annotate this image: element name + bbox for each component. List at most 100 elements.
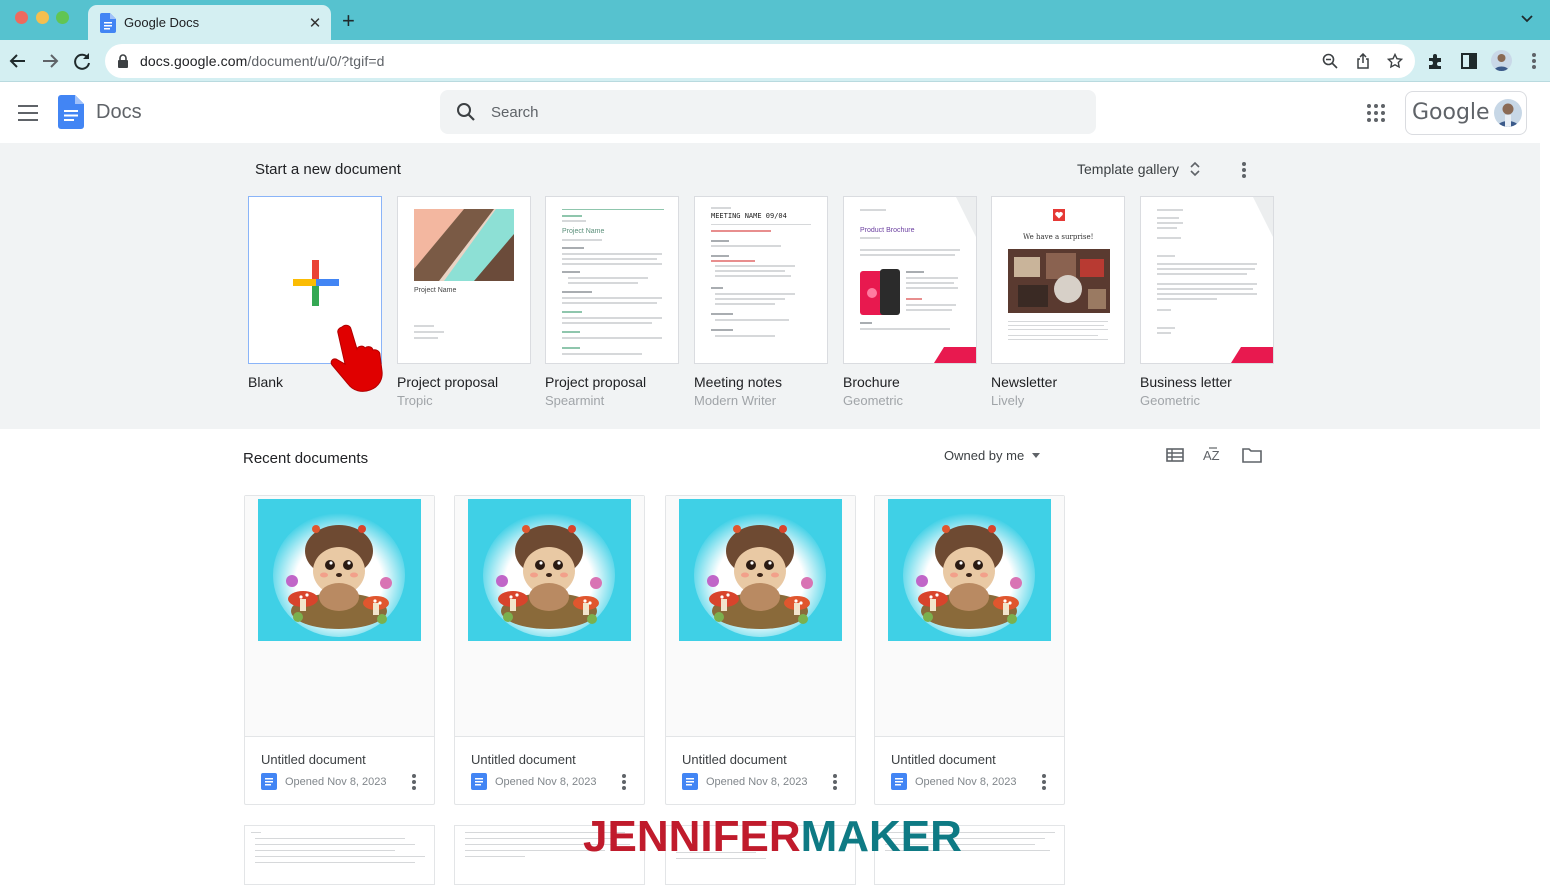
tropic-art <box>414 209 514 281</box>
tab-close-icon[interactable]: ✕ <box>303 14 327 32</box>
owner-filter-dropdown[interactable]: Owned by me <box>944 448 1041 463</box>
document-thumbnail[interactable] <box>245 496 434 737</box>
reload-icon[interactable] <box>70 49 94 73</box>
document-thumbnail[interactable] <box>455 496 644 737</box>
thumb-text: Product Brochure <box>860 227 915 234</box>
document-title: Untitled document <box>471 752 576 767</box>
template-subtitle: Modern Writer <box>694 393 777 408</box>
account-avatar[interactable] <box>1494 99 1522 127</box>
dropdown-caret-icon <box>1032 453 1041 458</box>
owner-filter-label: Owned by me <box>944 448 1025 463</box>
watermark-part-1: JENNIFER <box>583 812 801 861</box>
document-more-icon[interactable] <box>622 774 626 790</box>
google-account-button[interactable]: Google <box>1405 91 1527 135</box>
menu-icon[interactable] <box>18 105 38 121</box>
docs-logo-icon[interactable] <box>58 95 84 129</box>
template-card-meeting-notes[interactable]: MEETING NAME 09/04 Meeting notes Modern … <box>694 196 828 408</box>
address-bar[interactable]: docs.google.com/document/u/0/?tgif=d <box>105 44 1415 78</box>
thumb-text: Project Name <box>414 287 457 294</box>
document-card[interactable]: Untitled document Opened Nov 8, 2023 <box>454 495 645 805</box>
folder-icon[interactable] <box>1242 446 1262 464</box>
thumb-text: MEETING NAME 09/04 <box>711 212 787 220</box>
docs-file-icon <box>471 773 487 790</box>
heart-icon <box>1053 209 1065 221</box>
new-tab-button[interactable]: + <box>342 8 355 34</box>
google-wordmark: Google <box>1412 100 1490 125</box>
document-opened-date: Opened Nov 8, 2023 <box>285 775 387 788</box>
svg-text:AZ: AZ <box>1203 448 1220 463</box>
document-meta: Opened Nov 8, 2023 <box>261 773 387 790</box>
document-opened-date: Opened Nov 8, 2023 <box>495 775 597 788</box>
unfold-icon <box>1190 161 1200 177</box>
document-card-partial[interactable] <box>244 825 435 885</box>
search-icon[interactable] <box>456 102 476 122</box>
browser-tab[interactable]: Google Docs ✕ <box>88 5 331 40</box>
template-more-icon[interactable] <box>1242 162 1246 178</box>
template-card-newsletter[interactable]: We have a surprise! Newsletter Lively <box>991 196 1125 408</box>
template-card-project-proposal-spearmint[interactable]: Project Name Project proposal Spearmint <box>545 196 679 408</box>
app-name[interactable]: Docs <box>96 101 142 124</box>
share-icon[interactable] <box>1355 53 1371 69</box>
extensions-icon[interactable] <box>1426 51 1446 71</box>
template-card-business-letter[interactable]: Business letter Geometric <box>1140 196 1274 408</box>
template-thumbnail[interactable]: Product Brochure <box>843 196 977 364</box>
sort-az-icon[interactable]: AZ <box>1203 446 1223 464</box>
browser-menu-icon[interactable] <box>1532 53 1536 69</box>
template-subtitle: Geometric <box>1140 393 1200 408</box>
template-section-heading: Start a new document <box>255 161 401 178</box>
lock-icon[interactable] <box>117 54 129 68</box>
window-minimize-button[interactable] <box>36 11 49 24</box>
document-card[interactable]: Untitled document Opened Nov 8, 2023 <box>874 495 1065 805</box>
document-more-icon[interactable] <box>833 774 837 790</box>
sidepanel-icon[interactable] <box>1459 51 1479 71</box>
template-thumbnail[interactable]: Project Name <box>545 196 679 364</box>
document-card[interactable]: Untitled document Opened Nov 8, 2023 <box>244 495 435 805</box>
template-name: Newsletter <box>991 374 1058 390</box>
template-thumbnail[interactable]: Project Name <box>397 196 531 364</box>
document-title: Untitled document <box>682 752 787 767</box>
template-name: Meeting notes <box>694 374 782 390</box>
apps-grid-icon[interactable] <box>1367 104 1385 122</box>
back-icon[interactable] <box>6 49 30 73</box>
document-card[interactable]: Untitled document Opened Nov 8, 2023 <box>665 495 856 805</box>
hand-pointer-icon <box>330 324 383 392</box>
document-more-icon[interactable] <box>1042 774 1046 790</box>
window-zoom-button[interactable] <box>56 11 69 24</box>
plus-icon <box>293 260 339 306</box>
forward-icon[interactable] <box>38 49 62 73</box>
thumb-text: Project Name <box>562 228 605 235</box>
list-view-icon[interactable] <box>1166 446 1184 464</box>
document-thumbnail[interactable] <box>875 496 1064 737</box>
template-gallery-button[interactable]: Template gallery <box>1077 161 1200 177</box>
hedgehog-image <box>888 499 1051 641</box>
docs-file-icon <box>891 773 907 790</box>
template-name: Project proposal <box>397 374 499 390</box>
template-section: Start a new document Template gallery Bl… <box>0 143 1550 429</box>
profile-avatar[interactable] <box>1491 50 1512 71</box>
template-card-brochure[interactable]: Product Brochure Brochure Geometric <box>843 196 977 408</box>
template-card-project-proposal-tropic[interactable]: Project Name Project proposal Tropic <box>397 196 531 408</box>
template-thumbnail[interactable]: We have a surprise! <box>991 196 1125 364</box>
search-input[interactable]: Search <box>491 104 539 121</box>
template-name: Project proposal <box>545 374 647 390</box>
template-name: Business letter <box>1140 374 1232 390</box>
search-box[interactable]: Search <box>440 90 1096 134</box>
tab-title: Google Docs <box>124 15 200 30</box>
phone-art <box>860 269 900 315</box>
template-thumbnail[interactable]: MEETING NAME 09/04 <box>694 196 828 364</box>
page-scrollbar[interactable] <box>1540 143 1550 872</box>
document-meta: Opened Nov 8, 2023 <box>471 773 597 790</box>
watermark-part-2: MAKER <box>800 812 962 861</box>
window-close-button[interactable] <box>15 11 28 24</box>
docs-file-icon <box>682 773 698 790</box>
document-meta: Opened Nov 8, 2023 <box>682 773 808 790</box>
template-subtitle: Lively <box>991 393 1025 408</box>
template-thumbnail[interactable] <box>1140 196 1274 364</box>
template-subtitle: Tropic <box>397 393 433 408</box>
template-name: Brochure <box>843 374 900 390</box>
tab-search-chevron-icon[interactable] <box>1520 12 1534 26</box>
star-icon[interactable] <box>1387 53 1403 69</box>
document-more-icon[interactable] <box>412 774 416 790</box>
document-thumbnail[interactable] <box>666 496 855 737</box>
zoom-icon[interactable] <box>1322 53 1338 69</box>
